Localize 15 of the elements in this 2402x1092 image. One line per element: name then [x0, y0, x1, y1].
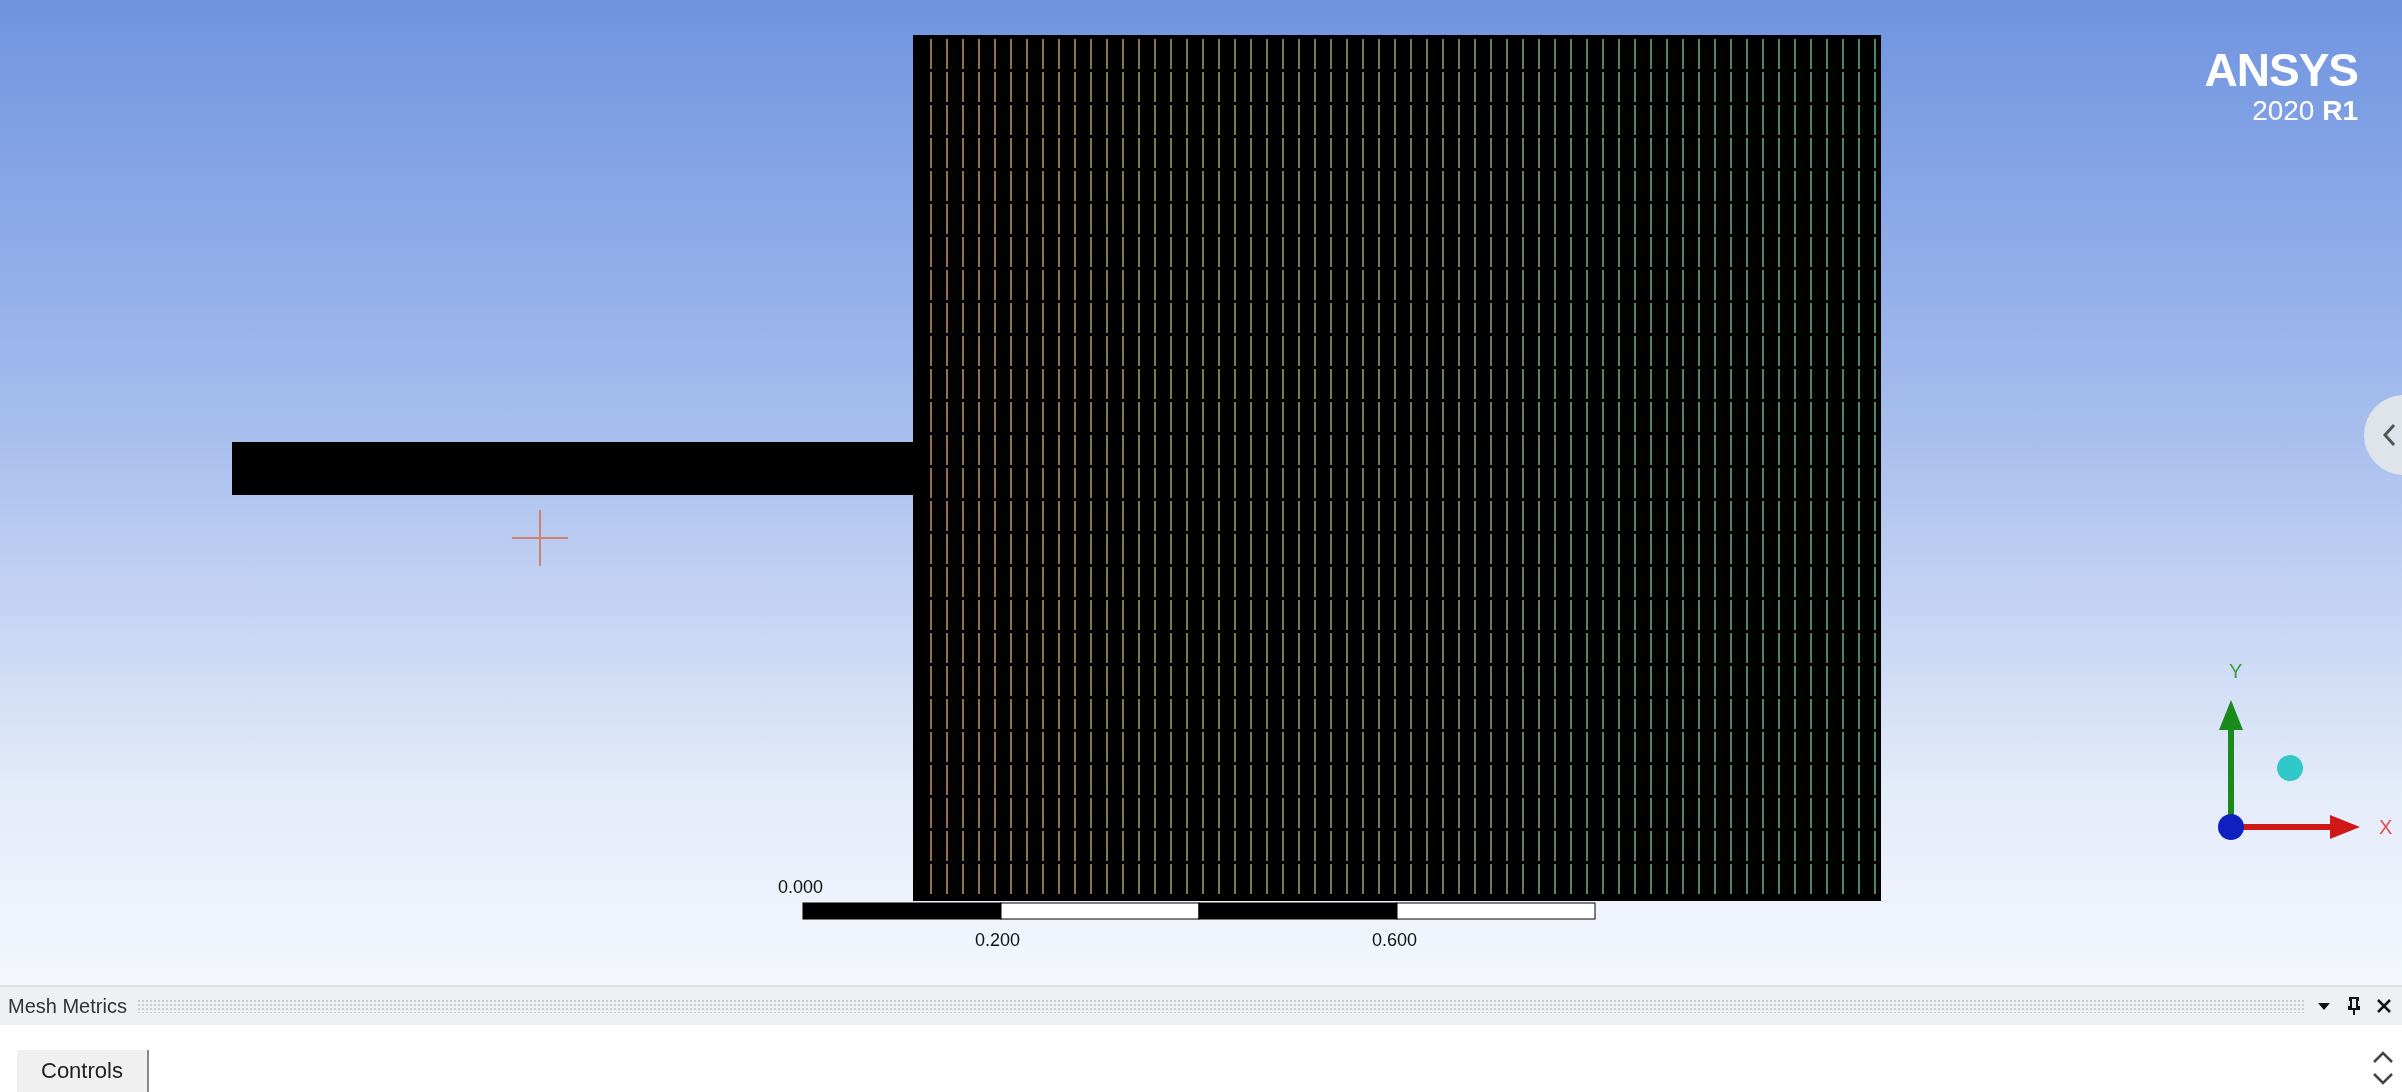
chevron-icon [2382, 423, 2396, 447]
axis-label: Y [2229, 660, 2243, 682]
crosshair-icon [512, 510, 568, 566]
scroll-up-icon[interactable] [2372, 1050, 2394, 1064]
origin-icon [2218, 814, 2244, 840]
scale-label: 0.000 [778, 877, 824, 898]
scale-label: 0.200 [975, 930, 1021, 951]
panel-title: Mesh Metrics [8, 994, 127, 1018]
scroll-down-icon[interactable] [2372, 1072, 2394, 1086]
sphere-icon [2277, 755, 2303, 781]
logo-name: ANSYS [2204, 46, 2358, 94]
scale-label: 0.600 [1372, 930, 1418, 951]
axis-label: X [2379, 816, 2393, 838]
logo-version: 2020 R1 [2252, 94, 2358, 128]
tab[interactable]: Controls [17, 1050, 149, 1092]
